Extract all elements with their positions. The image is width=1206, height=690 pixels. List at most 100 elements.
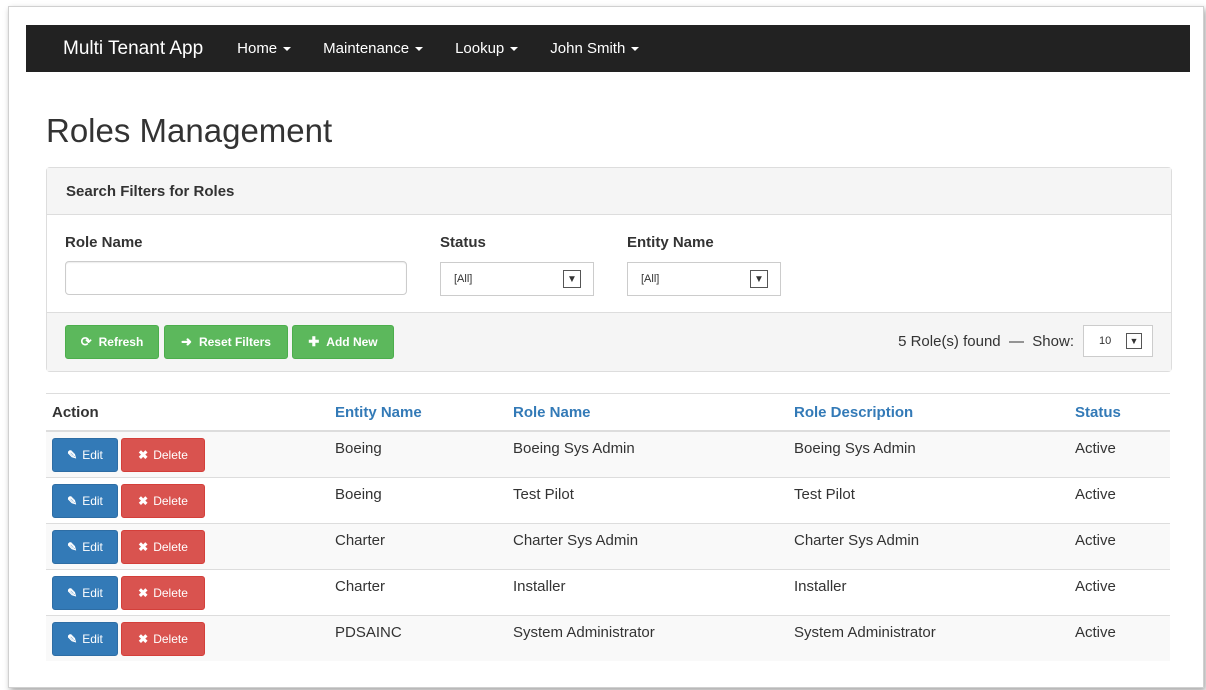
header-role-name[interactable]: Role Name	[513, 393, 794, 432]
edit-button[interactable]: ✎ Edit	[52, 438, 118, 472]
close-icon: ✖	[138, 448, 149, 462]
table-row: ✎ Edit ✖ Delete Charter Charter Sys Admin C…	[46, 522, 1170, 569]
role-name-label: Role Name	[65, 234, 143, 251]
description-cell: Charter Sys Admin	[794, 522, 1075, 569]
edit-label: Edit	[82, 585, 103, 600]
delete-label: Delete	[153, 448, 188, 462]
close-icon: ✖	[138, 585, 149, 600]
entity-select-value: [All]	[641, 273, 660, 285]
top-navbar: Multi Tenant App Home Maintenance Lookup…	[26, 25, 1190, 72]
entity-cell: Boeing	[335, 430, 513, 477]
edit-button[interactable]: ✎ Edit	[52, 575, 118, 610]
delete-button[interactable]: ✖ Delete	[121, 575, 205, 610]
entity-cell: PDSAINC	[335, 614, 513, 661]
description-cell: Boeing Sys Admin	[794, 430, 1075, 477]
nav-user-menu[interactable]: John Smith	[550, 40, 640, 57]
caret-down-icon	[415, 46, 424, 51]
roles-table: Action Entity Name Role Name Role Descri…	[46, 393, 1170, 661]
nav-lookup-label: Lookup	[455, 40, 505, 57]
plus-icon: ✚	[308, 334, 320, 349]
chevron-down-icon: ▼	[563, 270, 581, 288]
nav-maintenance[interactable]: Maintenance	[323, 40, 424, 57]
role-cell: Charter Sys Admin	[513, 522, 794, 569]
edit-button[interactable]: ✎ Edit	[52, 529, 118, 564]
filters-footer: ⟳ Refresh ➜ Reset Filters ✚ Add New 5 Ro…	[47, 312, 1171, 371]
edit-icon: ✎	[67, 631, 78, 646]
delete-label: Delete	[153, 631, 188, 646]
role-cell: Test Pilot	[513, 476, 794, 523]
status-cell: Active	[1075, 614, 1170, 661]
edit-button[interactable]: ✎ Edit	[52, 483, 118, 518]
table-row: ✎ Edit ✖ Delete PDSAINC System Administrato…	[46, 614, 1170, 661]
filters-body: Role Name Status [All] ▼ Entity Name [Al…	[47, 215, 1171, 312]
edit-label: Edit	[82, 493, 103, 508]
edit-icon: ✎	[67, 539, 78, 554]
entity-cell: Charter	[335, 568, 513, 615]
header-entity-name[interactable]: Entity Name	[335, 393, 513, 432]
page-size-value: 10	[1099, 335, 1112, 347]
action-cell: ✎ Edit ✖ Delete	[46, 614, 335, 661]
results-count: 5 Role(s) found — Show:	[898, 333, 1074, 350]
table-row: ✎ Edit ✖ Delete Boeing Boeing Sys Admin Boe…	[46, 430, 1170, 477]
entity-cell: Boeing	[335, 476, 513, 523]
refresh-button[interactable]: ⟳ Refresh	[65, 325, 159, 359]
header-role-description[interactable]: Role Description	[794, 393, 1075, 432]
action-cell: ✎ Edit ✖ Delete	[46, 568, 335, 615]
delete-label: Delete	[153, 493, 188, 508]
page-size-select[interactable]: 10 ▼	[1083, 325, 1153, 357]
nav-home-label: Home	[237, 40, 278, 57]
entity-cell: Charter	[335, 522, 513, 569]
page-title: Roles Management	[46, 112, 333, 149]
status-select[interactable]: [All] ▼	[440, 262, 594, 296]
filters-heading: Search Filters for Roles	[47, 168, 1171, 215]
add-new-button-label: Add New	[326, 335, 378, 349]
chevron-down-icon: ▼	[1126, 333, 1142, 349]
role-cell: Installer	[513, 568, 794, 615]
refresh-icon: ⟳	[80, 334, 92, 349]
caret-down-icon	[631, 46, 640, 51]
status-cell: Active	[1075, 476, 1170, 523]
close-icon: ✖	[138, 539, 149, 554]
table-row: ✎ Edit ✖ Delete Charter Installer Installer…	[46, 568, 1170, 615]
action-cell: ✎ Edit ✖ Delete	[46, 430, 335, 477]
delete-label: Delete	[153, 585, 188, 600]
table-header-row: Action Entity Name Role Name Role Descri…	[46, 393, 1170, 432]
entity-name-label: Entity Name	[627, 234, 714, 251]
refresh-button-label: Refresh	[98, 335, 144, 349]
delete-button[interactable]: ✖ Delete	[121, 438, 205, 472]
edit-icon: ✎	[67, 585, 78, 600]
delete-button[interactable]: ✖ Delete	[121, 483, 205, 518]
status-label: Status	[440, 234, 486, 251]
edit-icon: ✎	[67, 493, 78, 508]
nav-user-label: John Smith	[550, 40, 626, 57]
action-cell: ✎ Edit ✖ Delete	[46, 522, 335, 569]
header-action: Action	[46, 393, 335, 432]
action-cell: ✎ Edit ✖ Delete	[46, 476, 335, 523]
nav-home[interactable]: Home	[237, 40, 292, 57]
delete-button[interactable]: ✖ Delete	[121, 529, 205, 564]
table-row: ✎ Edit ✖ Delete Boeing Test Pilot Test Pilo…	[46, 476, 1170, 523]
status-cell: Active	[1075, 568, 1170, 615]
add-new-button[interactable]: ✚ Add New	[292, 325, 394, 359]
role-cell: System Administrator	[513, 614, 794, 661]
nav-maintenance-label: Maintenance	[323, 40, 410, 57]
edit-icon: ✎	[67, 448, 78, 462]
search-filters-panel: Search Filters for Roles Role Name Statu…	[46, 167, 1172, 372]
delete-label: Delete	[153, 539, 188, 554]
role-name-input[interactable]	[65, 261, 407, 295]
delete-button[interactable]: ✖ Delete	[121, 621, 205, 656]
status-cell: Active	[1075, 430, 1170, 477]
description-cell: System Administrator	[794, 614, 1075, 661]
share-arrow-icon: ➜	[181, 334, 192, 349]
entity-name-select[interactable]: [All] ▼	[627, 262, 781, 296]
close-icon: ✖	[138, 493, 149, 508]
brand-link[interactable]: Multi Tenant App	[63, 38, 203, 60]
status-select-value: [All]	[454, 273, 473, 285]
nav-lookup[interactable]: Lookup	[455, 40, 519, 57]
reset-filters-button[interactable]: ➜ Reset Filters	[164, 325, 288, 359]
edit-button[interactable]: ✎ Edit	[52, 621, 118, 656]
caret-down-icon	[510, 46, 519, 51]
header-status[interactable]: Status	[1075, 393, 1170, 432]
caret-down-icon	[283, 46, 292, 51]
chevron-down-icon: ▼	[750, 270, 768, 288]
